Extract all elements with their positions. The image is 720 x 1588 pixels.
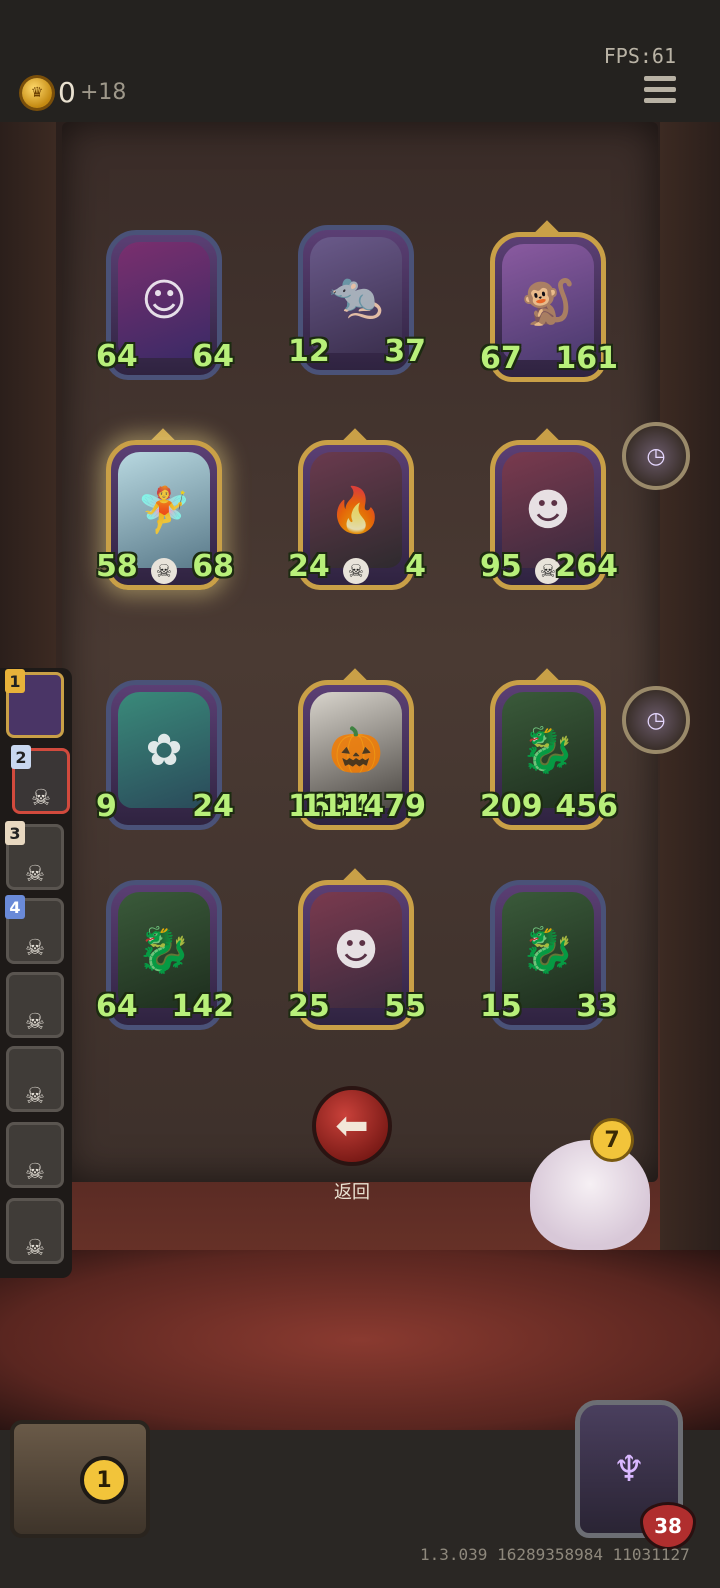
arrow-left-icon: ⬅ <box>335 1103 369 1149</box>
minion-card[interactable]: ☺ 64 64 <box>96 230 234 380</box>
health-value: 142 <box>171 989 234 1024</box>
minion-card[interactable]: 🐒 67 161 <box>480 220 618 382</box>
health-value: 33 <box>576 989 618 1024</box>
mascot-badge: 7 <box>590 1118 634 1162</box>
skull-icon: ☠ <box>31 786 51 811</box>
minion-card[interactable]: ☻ 95 ☠ 264 <box>480 428 618 590</box>
team-slot[interactable]: ☠ <box>6 1122 64 1188</box>
minion-card[interactable]: 🔥 24 ☠ 4 <box>288 428 426 590</box>
attack-value: 64 <box>96 989 138 1024</box>
skull-icon: ☠ <box>25 936 45 961</box>
skull-icon: ☠ <box>25 1236 45 1261</box>
health-value: 161 <box>555 341 618 376</box>
menu-icon[interactable] <box>644 76 676 106</box>
minion-card[interactable]: 🐉 64 142 <box>96 880 234 1030</box>
minion-card[interactable]: 🧚 58 ☠ 68 <box>96 428 234 590</box>
health-value: 55 <box>384 989 426 1024</box>
attack-value: 95 <box>480 549 522 584</box>
attack-value: 67 <box>480 341 522 376</box>
health-value: 68 <box>192 549 234 584</box>
attack-value: 209 <box>480 789 543 824</box>
team-slot[interactable]: ☠ <box>6 1046 64 1112</box>
health-value: 4 <box>390 549 426 584</box>
skull-icon: ☠ <box>25 1010 45 1035</box>
attack-value: 64 <box>96 339 138 374</box>
minion-card[interactable]: ✿ 9 24 <box>96 680 234 830</box>
pocket-watch-icon[interactable]: ◷ <box>622 686 690 754</box>
health-value: 24 <box>192 789 234 824</box>
slot-number: 3 <box>5 821 25 845</box>
version-text: 1.3.039 16289358984 11031127 <box>420 1545 690 1564</box>
attack-value: 9 <box>96 789 132 824</box>
health-value: 37 <box>384 334 426 369</box>
pocket-watch-icon[interactable]: ◷ <box>622 422 690 490</box>
minion-card[interactable]: 🎃 1694 111479 <box>288 668 426 830</box>
skull-icon: ☠ <box>151 558 177 584</box>
health-value: 456 <box>555 789 618 824</box>
team-slot[interactable]: 3 ☠ <box>5 821 64 890</box>
health-value: 264 <box>555 549 618 584</box>
chest-count: 1 <box>80 1456 128 1504</box>
attack-value: 58 <box>96 549 138 584</box>
team-slot[interactable]: ☠ <box>6 1198 64 1264</box>
team-slot[interactable]: 4 ☠ <box>5 895 64 964</box>
minion-card[interactable]: ☻ 25 55 <box>288 868 426 1030</box>
slot-number: 4 <box>5 895 25 919</box>
team-slot[interactable]: 1 <box>5 669 64 738</box>
attack-value: 24 <box>288 549 330 584</box>
skull-icon: ☠ <box>25 862 45 887</box>
attack-value: 25 <box>288 989 330 1024</box>
slot-number: 1 <box>5 669 25 693</box>
back-button[interactable]: ⬅ <box>312 1086 392 1166</box>
coin-income: +18 <box>80 80 127 105</box>
fps-counter: FPS:61 <box>603 44 676 68</box>
health-value: 111479 <box>300 789 426 824</box>
health-value: 64 <box>192 339 234 374</box>
skull-icon: ☠ <box>343 558 369 584</box>
team-slot[interactable]: ☠ <box>6 972 64 1038</box>
minion-card[interactable]: 🐉 209 456 <box>480 668 618 830</box>
attack-value: 12 <box>288 334 330 369</box>
minion-card[interactable]: 🐀 12 37 <box>288 225 426 375</box>
skull-icon: ☠ <box>25 1160 45 1185</box>
team-slot[interactable]: 2 ☠ <box>11 745 70 814</box>
back-button-label: 返回 <box>334 1182 370 1203</box>
attack-value: 15 <box>480 989 522 1024</box>
coin-icon: ♛ <box>22 78 52 108</box>
minion-card[interactable]: 🐉 15 33 <box>480 880 618 1030</box>
cupcake-mascot[interactable] <box>530 1140 650 1250</box>
coin-count: 0 <box>58 76 76 109</box>
skull-icon: ☠ <box>25 1084 45 1109</box>
slot-number: 2 <box>11 745 31 769</box>
